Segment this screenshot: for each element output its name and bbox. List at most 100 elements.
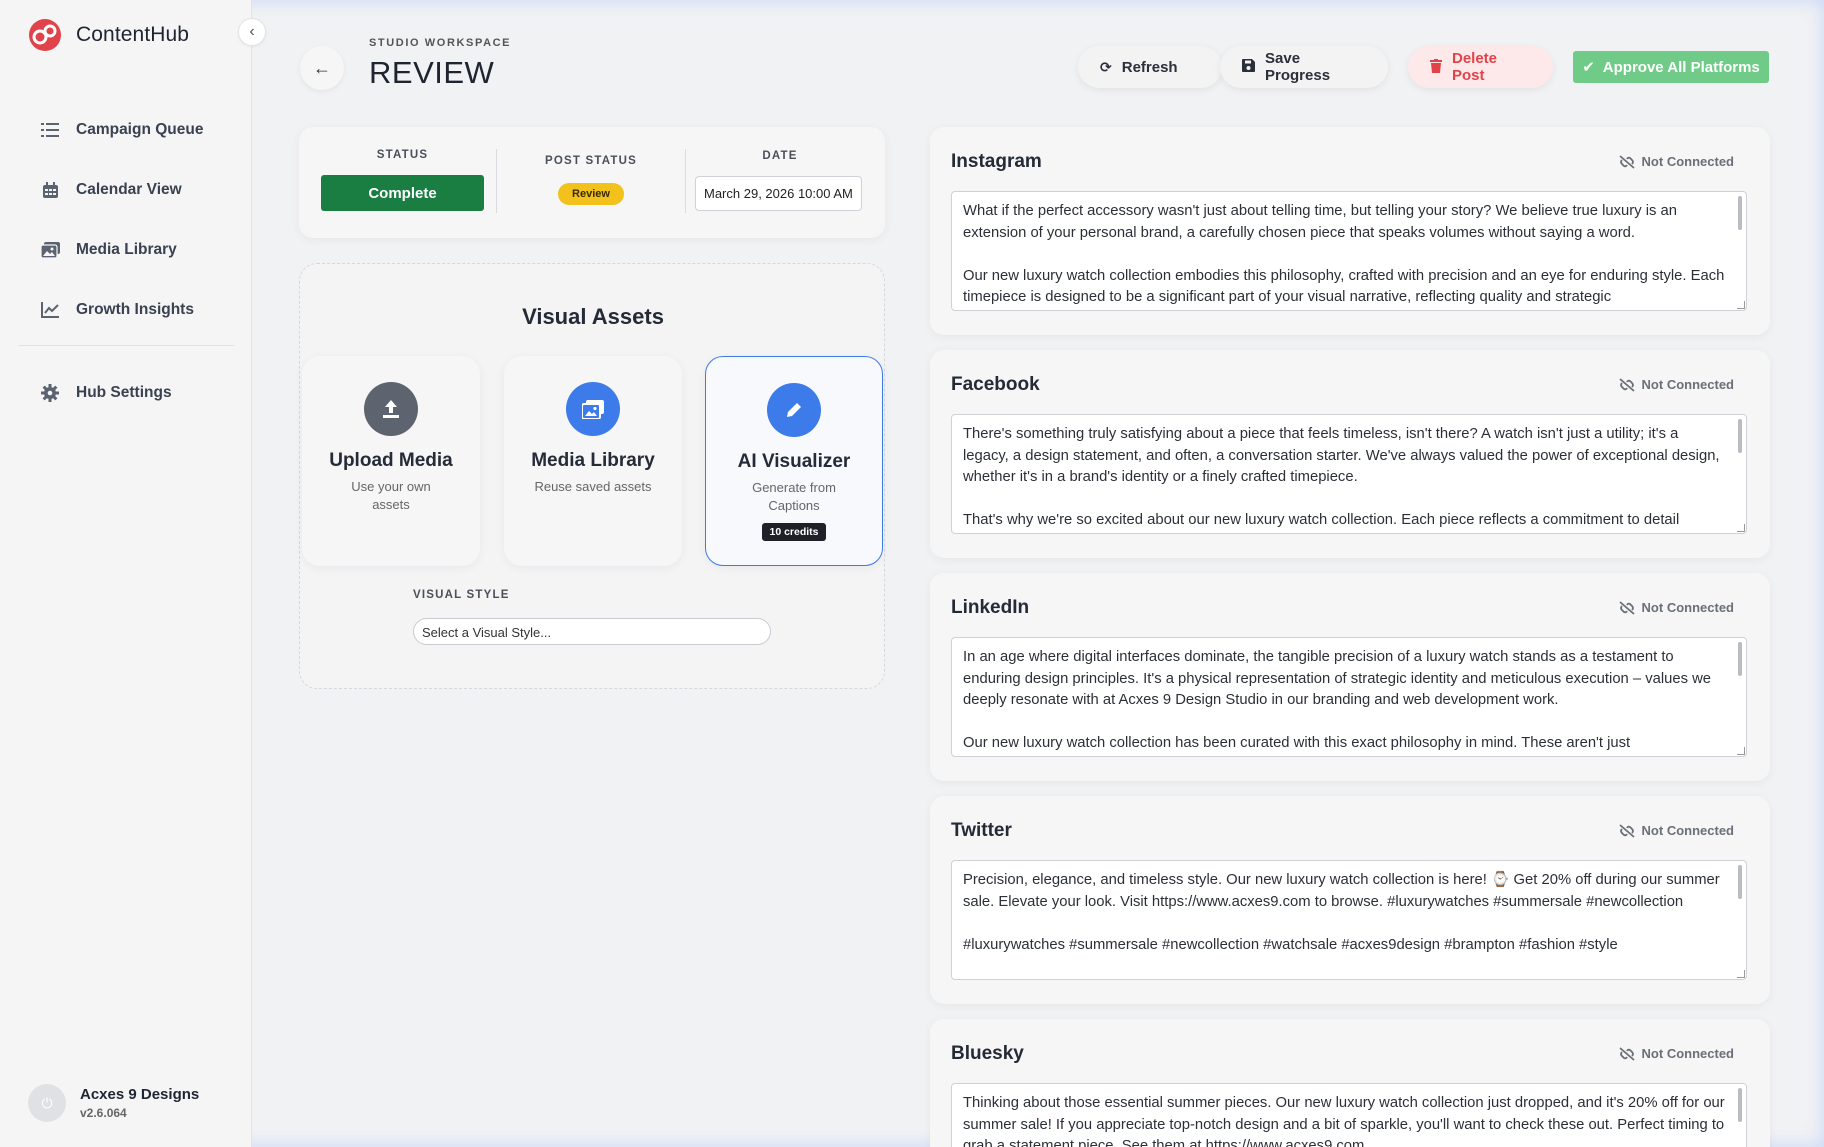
connection-status[interactable]: Not Connected	[1618, 600, 1734, 615]
chart-line-icon	[40, 300, 60, 320]
save-progress-label: Save Progress	[1265, 50, 1331, 84]
post-status-column: POST STATUS Review	[497, 127, 685, 238]
list-icon	[40, 120, 60, 140]
avatar: ⏻	[28, 1084, 66, 1122]
post-status-label: POST STATUS	[545, 155, 637, 167]
sidebar-divider	[18, 345, 234, 346]
page-eyebrow: STUDIO WORKSPACE	[369, 37, 512, 49]
ai-visualizer-tile[interactable]: AI Visualizer Generate from Captions 10 …	[705, 356, 883, 566]
divider	[685, 149, 686, 213]
collapse-sidebar-button[interactable]: ‹	[238, 18, 266, 46]
visual-style-select[interactable]: Select a Visual Style...	[413, 618, 771, 645]
upload-icon	[364, 382, 418, 436]
connection-status-label: Not Connected	[1641, 823, 1734, 838]
connection-status-label: Not Connected	[1641, 154, 1734, 169]
caption-textarea[interactable]: Thinking about those essential summer pi…	[951, 1083, 1747, 1147]
double-check-icon: ✔	[1582, 59, 1595, 76]
sidebar-item-calendar-view[interactable]: Calendar View	[0, 160, 252, 220]
arrow-left-icon: ←	[313, 57, 331, 78]
images-icon	[566, 382, 620, 436]
sidebar-item-campaign-queue[interactable]: Campaign Queue	[0, 100, 252, 160]
approve-label: Approve All Platforms	[1602, 58, 1760, 76]
sidebar-nav: Campaign Queue Calendar View Media Libra…	[0, 100, 252, 340]
pencil-icon	[767, 383, 821, 437]
power-icon: ⏻	[41, 1094, 53, 1111]
contenthub-logo-icon	[29, 19, 61, 51]
caption-textarea[interactable]: There's something truly satisfying about…	[951, 414, 1747, 534]
date-label: DATE	[762, 150, 798, 162]
platform-card-twitter: Twitter Not Connected Precision, eleganc…	[930, 796, 1770, 1004]
connection-status[interactable]: Not Connected	[1618, 154, 1734, 169]
user-profile[interactable]: ⏻ Acxes 9 Designs v2.6.064	[28, 1084, 199, 1122]
platform-name: Instagram	[951, 151, 1042, 172]
page-title: REVIEW	[369, 55, 495, 90]
images-icon	[40, 240, 60, 260]
caption-paragraph: #luxurywatches #summersale #newcollectio…	[963, 936, 1618, 953]
calendar-icon	[40, 180, 60, 200]
tile-title: Media Library	[531, 450, 655, 471]
caption-paragraph: Thinking about those essential summer pi…	[963, 1095, 1729, 1147]
refresh-label: Refresh	[1121, 58, 1178, 76]
caption-paragraph: There's something truly satisfying about…	[963, 426, 1724, 485]
trash-icon	[1430, 58, 1442, 76]
date-column: DATE March 29, 2026 10:00 AM	[695, 127, 865, 238]
sidebar-item-label: Media Library	[76, 241, 177, 258]
scrollbar[interactable]	[1738, 196, 1742, 230]
sidebar-item-growth-insights[interactable]: Growth Insights	[0, 280, 252, 340]
post-status-badge: Review	[558, 183, 624, 205]
platform-name: Twitter	[951, 820, 1012, 841]
approve-all-platforms-button[interactable]: ✔ Approve All Platforms	[1573, 51, 1769, 83]
unlink-icon	[1618, 823, 1635, 838]
tile-subtitle: Use your own assets	[351, 479, 431, 512]
visual-assets-title: Visual Assets	[522, 304, 664, 329]
connection-status[interactable]: Not Connected	[1618, 1046, 1734, 1061]
upload-media-tile[interactable]: Upload Media Use your own assets	[302, 356, 480, 566]
caption-paragraph: That's why we're so excited about our ne…	[963, 512, 1680, 528]
refresh-button[interactable]: ⟳ Refresh	[1078, 46, 1222, 88]
connection-status[interactable]: Not Connected	[1618, 823, 1734, 838]
resize-handle[interactable]	[1737, 970, 1745, 978]
scrollbar[interactable]	[1738, 1088, 1742, 1122]
connection-status-label: Not Connected	[1641, 600, 1734, 615]
scrollbar[interactable]	[1738, 865, 1742, 899]
resize-handle[interactable]	[1737, 301, 1745, 309]
delete-post-label: Delete Post	[1452, 50, 1498, 84]
sidebar-item-label: Hub Settings	[76, 384, 172, 401]
resize-handle[interactable]	[1737, 747, 1745, 755]
caption-textarea[interactable]: Precision, elegance, and timeless style.…	[951, 860, 1747, 980]
connection-status[interactable]: Not Connected	[1618, 377, 1734, 392]
save-progress-button[interactable]: Save Progress	[1220, 46, 1388, 88]
unlink-icon	[1618, 154, 1635, 169]
delete-post-button[interactable]: Delete Post	[1408, 46, 1553, 88]
caption-paragraph: Our new luxury watch collection has been…	[963, 735, 1631, 751]
brand-name: ContentHub	[76, 23, 190, 46]
platform-name: Facebook	[951, 374, 1040, 395]
scrollbar[interactable]	[1738, 419, 1742, 453]
platform-name: Bluesky	[951, 1043, 1024, 1064]
resize-handle[interactable]	[1737, 524, 1745, 532]
floppy-disk-icon	[1242, 59, 1255, 75]
status-label: STATUS	[376, 149, 429, 161]
sidebar-item-hub-settings[interactable]: Hub Settings	[0, 363, 252, 423]
media-library-tile[interactable]: Media Library Reuse saved assets	[504, 356, 682, 566]
connection-status-label: Not Connected	[1641, 377, 1734, 392]
caption-paragraph: What if the perfect accessory wasn't jus…	[963, 203, 1682, 241]
caption-paragraph: In an age where digital interfaces domin…	[963, 649, 1716, 708]
platform-name: LinkedIn	[951, 597, 1030, 618]
back-button[interactable]: ←	[300, 46, 344, 90]
sidebar-item-label: Campaign Queue	[76, 121, 204, 138]
platform-card-facebook: Facebook Not Connected There's something…	[930, 350, 1770, 558]
chevron-left-icon: ‹	[249, 23, 255, 40]
scrollbar[interactable]	[1738, 642, 1742, 676]
unlink-icon	[1618, 600, 1635, 615]
sidebar-item-media-library[interactable]: Media Library	[0, 220, 252, 280]
brand[interactable]: ContentHub	[28, 18, 189, 52]
sidebar: ContentHub ‹ Campaign Queue Calendar Vie…	[0, 0, 266, 1147]
caption-paragraph: Our new luxury watch collection embodies…	[963, 267, 1729, 306]
sidebar-item-label: Calendar View	[76, 181, 182, 198]
visual-assets-panel: Visual Assets Upload Media Use your own …	[299, 263, 885, 689]
caption-textarea[interactable]: What if the perfect accessory wasn't jus…	[951, 191, 1747, 311]
caption-textarea[interactable]: In an age where digital interfaces domin…	[951, 637, 1747, 757]
date-input[interactable]: March 29, 2026 10:00 AM	[695, 176, 862, 211]
status-complete-button[interactable]: Complete	[321, 175, 484, 211]
